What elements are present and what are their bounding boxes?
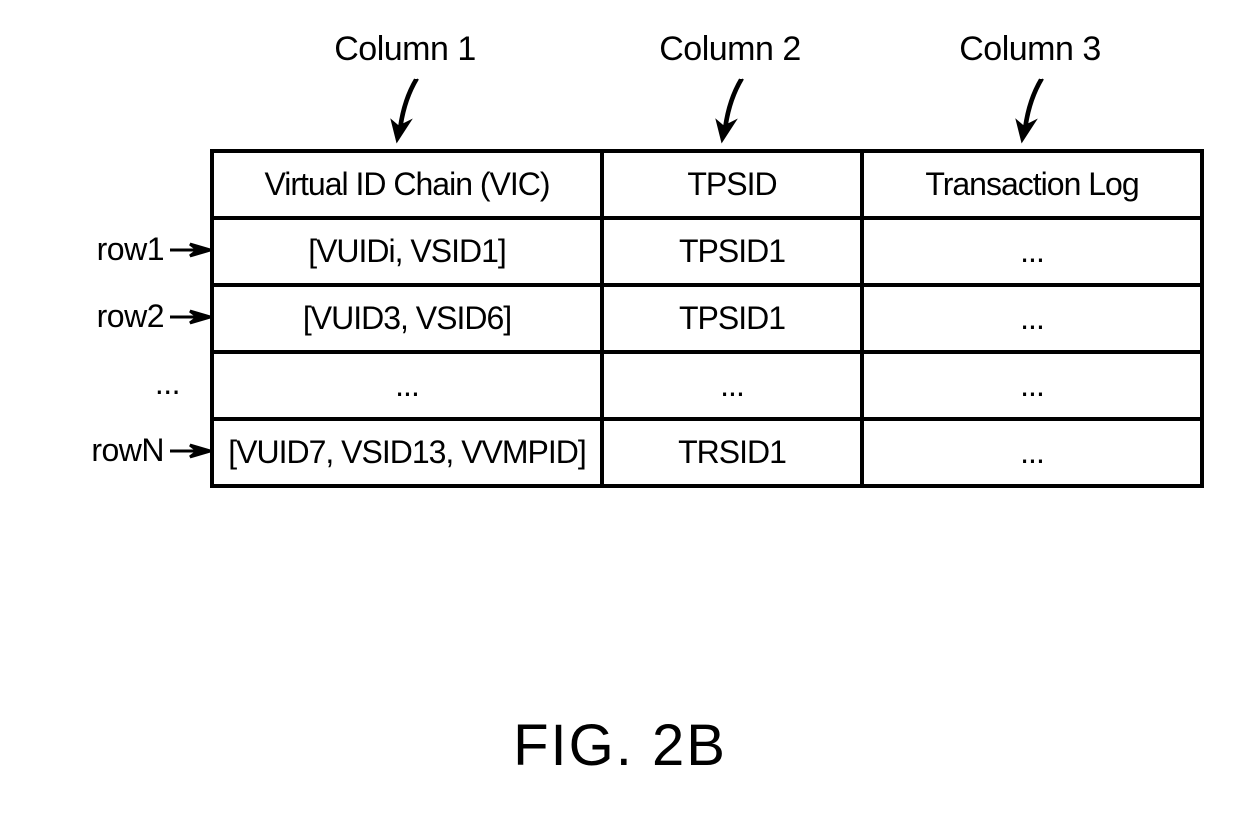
table-cell: [VUID7, VSID13, VVMPID] [212, 419, 602, 486]
data-table: Virtual ID Chain (VIC) TPSID Transaction… [210, 149, 1204, 488]
column-label-text: Column 2 [659, 30, 801, 69]
row-label-text: rowN [91, 432, 164, 469]
row-label-ellipsis: ... [100, 350, 210, 417]
table-cell: ... [602, 352, 862, 419]
table-cell: ... [862, 218, 1202, 285]
arrow-right-icon [170, 307, 210, 327]
table-header-cell: Transaction Log [862, 151, 1202, 218]
column-label-2: Column 2 [600, 30, 860, 149]
table-cell: TPSID1 [602, 285, 862, 352]
table-cell: TRSID1 [602, 419, 862, 486]
arrow-right-icon [170, 240, 210, 260]
arrow-right-icon [170, 441, 210, 461]
table-header-row: Virtual ID Chain (VIC) TPSID Transaction… [212, 151, 1202, 218]
table-row: [VUIDi, VSID1] TPSID1 ... [212, 218, 1202, 285]
table-row: ... ... ... [212, 352, 1202, 419]
table-cell: ... [862, 352, 1202, 419]
column-labels-row: Column 1 Column 2 Column 3 [210, 30, 1240, 149]
column-label-text: Column 1 [334, 30, 476, 69]
figure-caption: FIG. 2B [0, 712, 1240, 779]
table-cell: [VUIDi, VSID1] [212, 218, 602, 285]
row-label-n: rowN [100, 417, 210, 484]
table-cell: ... [862, 285, 1202, 352]
table-row: [VUID3, VSID6] TPSID1 ... [212, 285, 1202, 352]
table-header-cell: Virtual ID Chain (VIC) [212, 151, 602, 218]
row-label-text: row1 [97, 231, 164, 268]
table-header-cell: TPSID [602, 151, 862, 218]
column-label-text: Column 3 [959, 30, 1101, 69]
column-label-3: Column 3 [860, 30, 1200, 149]
arrow-down-icon [380, 77, 430, 145]
row-label-1: row1 [100, 216, 210, 283]
arrow-down-icon [1005, 77, 1055, 145]
arrow-down-icon [705, 77, 755, 145]
row-label-2: row2 [100, 283, 210, 350]
column-label-1: Column 1 [210, 30, 600, 149]
table-cell: ... [862, 419, 1202, 486]
table-row: [VUID7, VSID13, VVMPID] TRSID1 ... [212, 419, 1202, 486]
row-label-text: row2 [97, 298, 164, 335]
table-cell: [VUID3, VSID6] [212, 285, 602, 352]
table-cell: ... [212, 352, 602, 419]
row-label-text: ... [155, 365, 180, 402]
row-labels-column: row1 row2 ... rowN [100, 149, 210, 484]
table-cell: TPSID1 [602, 218, 862, 285]
